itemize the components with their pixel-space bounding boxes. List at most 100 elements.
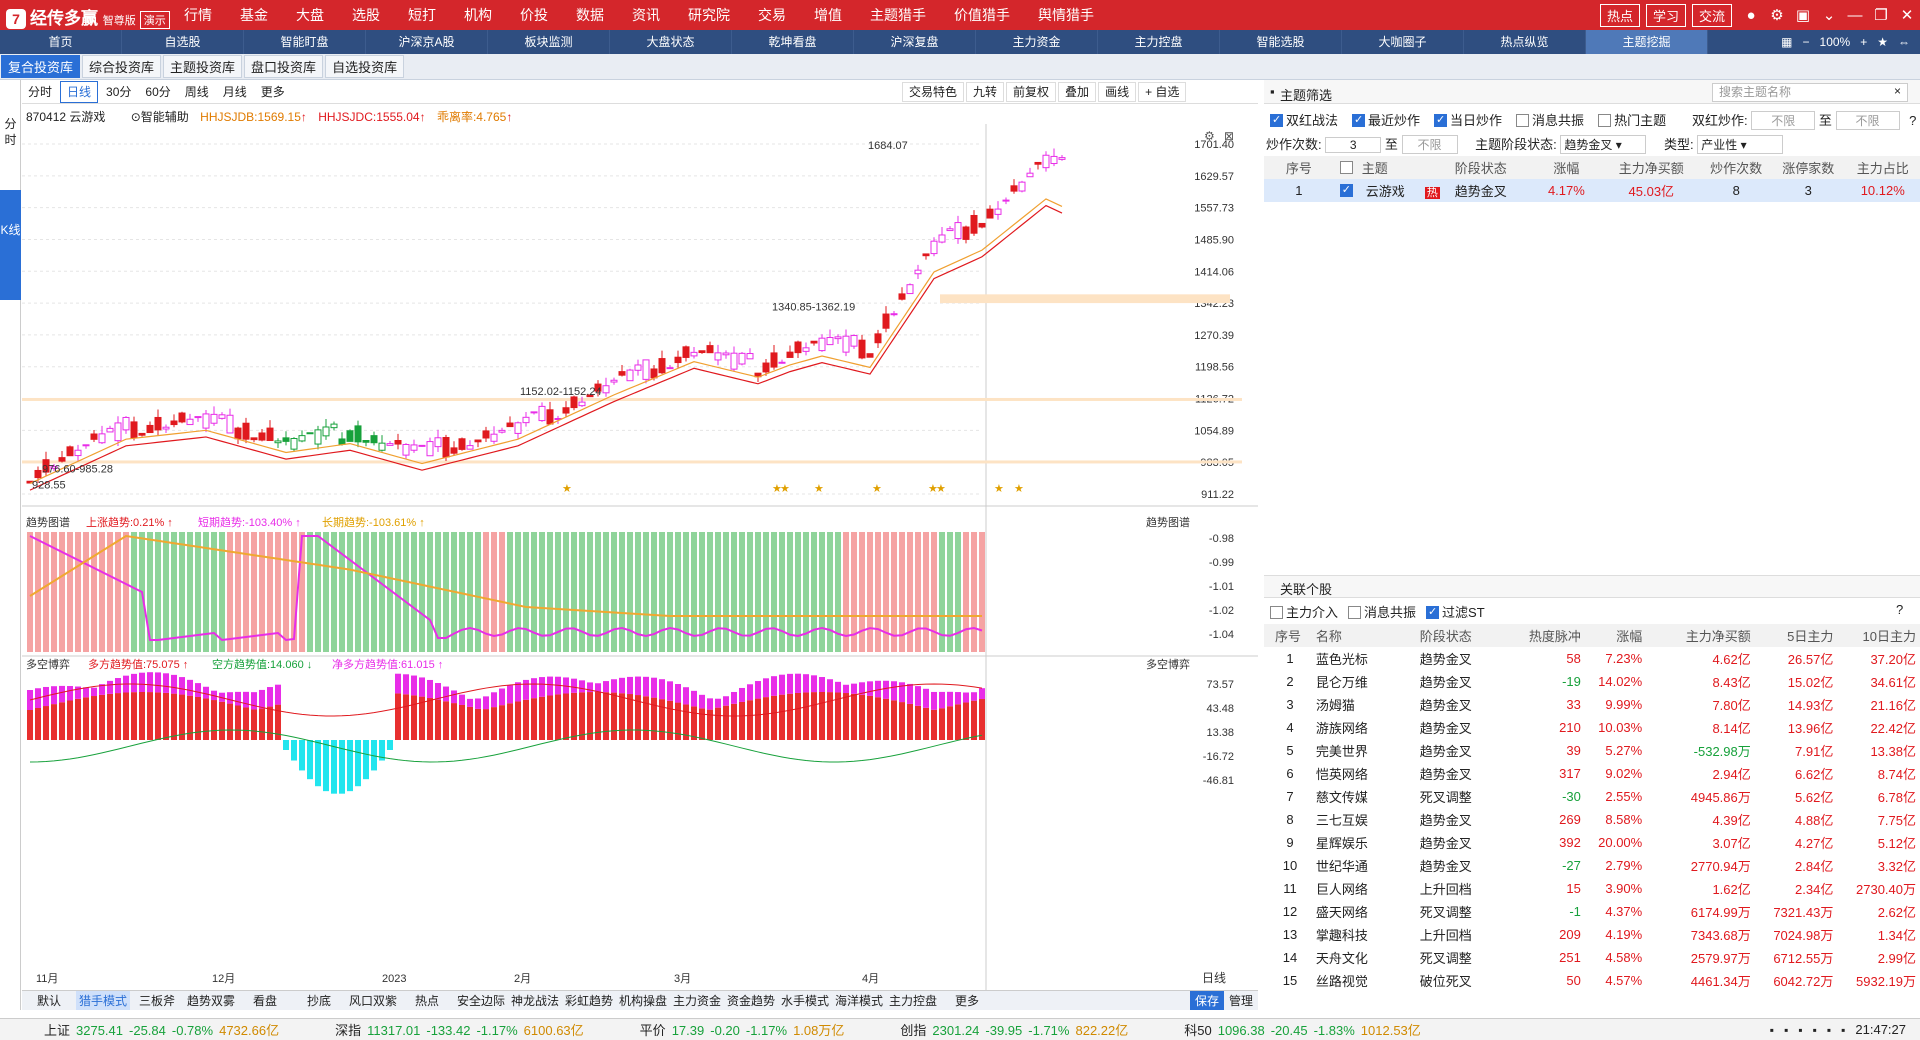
related-row[interactable]: 14 天舟文化 死叉调整 251 4.58% 2579.97万 6712.55万 2.99亿	[1264, 946, 1920, 969]
checkbox-icon[interactable]	[1270, 113, 1283, 127]
tab-kxian[interactable]: K线	[0, 190, 21, 300]
template-tab-9[interactable]: 神龙战法	[508, 991, 562, 1010]
theme-check-3[interactable]: 消息共振	[1516, 113, 1584, 128]
template-tab-5[interactable]: 抄底	[292, 991, 346, 1010]
template-tab-4[interactable]: 看盘	[238, 991, 292, 1010]
chart-tool-3[interactable]: 叠加	[1058, 82, 1097, 102]
template-tab-11[interactable]: 机构操盘	[616, 991, 670, 1010]
user-icon[interactable]: ●	[1738, 7, 1764, 24]
nav-item-10[interactable]: 智能选股	[1220, 30, 1342, 54]
zoom-out-icon[interactable]: −	[1803, 35, 1810, 49]
menu-item-7[interactable]: 数据	[562, 0, 618, 30]
template-tab-2[interactable]: 三板斧	[130, 991, 184, 1010]
top-btn-1[interactable]: 学习	[1645, 3, 1686, 27]
related-row[interactable]: 1 蓝色光标 趋势金叉 58 7.23% 4.62亿 26.57亿 37.20亿	[1264, 647, 1920, 670]
nav-item-5[interactable]: 大盘状态	[610, 30, 732, 54]
tab-3[interactable]: 盘口投资库	[244, 55, 324, 78]
bell-icon[interactable]: ▪	[1827, 1023, 1831, 1037]
period-1[interactable]: 日线	[60, 80, 99, 103]
chart-icon[interactable]: ▪	[1798, 1023, 1802, 1037]
template-tab-14[interactable]: 水手模式	[778, 991, 832, 1010]
template-tab-6[interactable]: 风口双紫	[346, 991, 400, 1010]
related-row[interactable]: 13 掌趣科技 上升回档 209 4.19% 7343.68万 7024.98万 1.34亿	[1264, 923, 1920, 946]
help-icon[interactable]: ?	[1909, 113, 1916, 128]
menu-item-9[interactable]: 研究院	[674, 0, 744, 30]
layout-icon[interactable]: ▦	[1781, 35, 1792, 49]
menu-item-13[interactable]: 价值猎手	[940, 0, 1024, 30]
period-4[interactable]: 周线	[179, 82, 215, 102]
related-check-1[interactable]: 消息共振	[1348, 605, 1416, 620]
chart-tool-4[interactable]: 画线	[1098, 82, 1137, 102]
theme-search-input[interactable]: 搜索主题名称	[1712, 83, 1908, 102]
theme-row-check[interactable]	[1334, 179, 1362, 202]
select-all-checkbox[interactable]	[1339, 161, 1353, 174]
related-col-4[interactable]: 涨幅	[1585, 624, 1646, 647]
smart-assist[interactable]: 智能辅助	[141, 110, 189, 124]
related-col-7[interactable]: 10日主力	[1837, 624, 1920, 647]
theme-check-2[interactable]: 当日炒作	[1434, 113, 1502, 128]
index-1[interactable]: 深指 11317.01 -133.42 -1.17% 6100.63亿	[335, 1020, 584, 1039]
nav-item-4[interactable]: 板块监测	[488, 30, 610, 54]
theme-col-3[interactable]: 阶段状态	[1455, 156, 1532, 179]
menu-item-8[interactable]: 资讯	[618, 0, 674, 30]
chart-tool-1[interactable]: 九转	[966, 82, 1005, 102]
zoom-in-icon[interactable]: +	[1860, 35, 1867, 49]
period-5[interactable]: 月线	[217, 82, 253, 102]
restore-icon[interactable]: ❐	[1868, 6, 1894, 24]
close-icon[interactable]: ✕	[1894, 6, 1920, 24]
menu-item-2[interactable]: 大盘	[282, 0, 338, 30]
related-col-6[interactable]: 5日主力	[1755, 624, 1838, 647]
nav-item-0[interactable]: 首页	[0, 30, 122, 54]
template-tab-7[interactable]: 热点	[400, 991, 454, 1010]
checkbox-icon[interactable]	[1352, 113, 1366, 127]
related-row[interactable]: 4 游族网络 趋势金叉 210 10.03% 8.14亿 13.96亿 22.42亿	[1264, 716, 1920, 739]
nav-item-2[interactable]: 智能盯盘	[244, 30, 366, 54]
theme-col-6[interactable]: 炒作次数	[1701, 156, 1771, 179]
shuanghong-max[interactable]: 不限	[1835, 111, 1900, 130]
template-tab-10[interactable]: 彩虹趋势	[562, 991, 616, 1010]
related-row[interactable]: 11 巨人网络 上升回档 15 3.90% 1.62亿 2.34亿 2730.40万	[1264, 877, 1920, 900]
theme-name-cell[interactable]: 云游戏 热	[1362, 179, 1455, 202]
template-action-1[interactable]: 管理	[1224, 991, 1258, 1010]
chart-tool-5[interactable]: + 自选	[1138, 82, 1187, 102]
shuanghong-min[interactable]: 不限	[1751, 111, 1816, 130]
related-row[interactable]: 3 汤姆猫 趋势金叉 33 9.99% 7.80亿 14.93亿 21.16亿	[1264, 693, 1920, 716]
tab-fenshi[interactable]: 分时	[0, 116, 21, 148]
nav-item-12[interactable]: 热点纵览	[1464, 30, 1586, 54]
menu-item-12[interactable]: 主题猎手	[856, 0, 940, 30]
related-row[interactable]: 10 世纪华通 趋势金叉 -27 2.79% 2770.94万 2.84亿 3.32亿	[1264, 854, 1920, 877]
related-col-2[interactable]: 阶段状态	[1420, 624, 1514, 647]
template-tab-12[interactable]: 主力资金	[670, 991, 724, 1010]
period-2[interactable]: 30分	[100, 82, 137, 102]
tab-2[interactable]: 主题投资库	[163, 55, 243, 78]
nav-item-9[interactable]: 主力控盘	[1098, 30, 1220, 54]
nav-item-1[interactable]: 自选股	[122, 30, 244, 54]
related-col-5[interactable]: 主力净买额	[1646, 624, 1755, 647]
star-icon[interactable]: ★	[1877, 35, 1888, 49]
template-tab-13[interactable]: 资金趋势	[724, 991, 778, 1010]
theme-check-1[interactable]: 最近炒作	[1352, 113, 1420, 128]
minimize-icon[interactable]: —	[1842, 7, 1868, 24]
type-select[interactable]: 产业性 ▾	[1697, 135, 1784, 154]
top-btn-0[interactable]: 热点	[1599, 3, 1640, 27]
nav-item-6[interactable]: 乾坤看盘	[732, 30, 854, 54]
template-tab-15[interactable]: 海洋模式	[832, 991, 886, 1010]
theme-col-1[interactable]	[1334, 156, 1362, 179]
gear-icon[interactable]: ⚙	[1764, 6, 1790, 24]
chart-tool-0[interactable]: 交易特色	[902, 82, 965, 102]
checkbox-icon[interactable]	[1516, 114, 1530, 127]
related-row[interactable]: 9 星辉娱乐 趋势金叉 392 20.00% 3.07亿 4.27亿 5.12亿	[1264, 831, 1920, 854]
index-4[interactable]: 科50 1096.38 -20.45 -1.83% 1012.53亿	[1184, 1020, 1421, 1039]
checkbox-icon[interactable]	[1434, 113, 1448, 127]
arrow-icon[interactable]: ⇔	[1898, 35, 1910, 49]
wifi-icon[interactable]: ▪	[1841, 1023, 1845, 1037]
related-check-0[interactable]: 主力介入	[1270, 605, 1338, 620]
nav-item-11[interactable]: 大咖圈子	[1342, 30, 1464, 54]
checkbox-icon[interactable]	[1339, 183, 1353, 197]
template-tab-17[interactable]: 更多	[940, 991, 994, 1010]
theme-check-4[interactable]: 热门主题	[1598, 113, 1666, 128]
checkbox-icon[interactable]	[1426, 605, 1440, 619]
related-col-0[interactable]: 序号	[1264, 624, 1316, 647]
related-row[interactable]: 2 昆仑万维 趋势金叉 -19 14.02% 8.43亿 15.02亿 34.61亿	[1264, 670, 1920, 693]
demo-badge[interactable]: 演示	[139, 11, 170, 29]
